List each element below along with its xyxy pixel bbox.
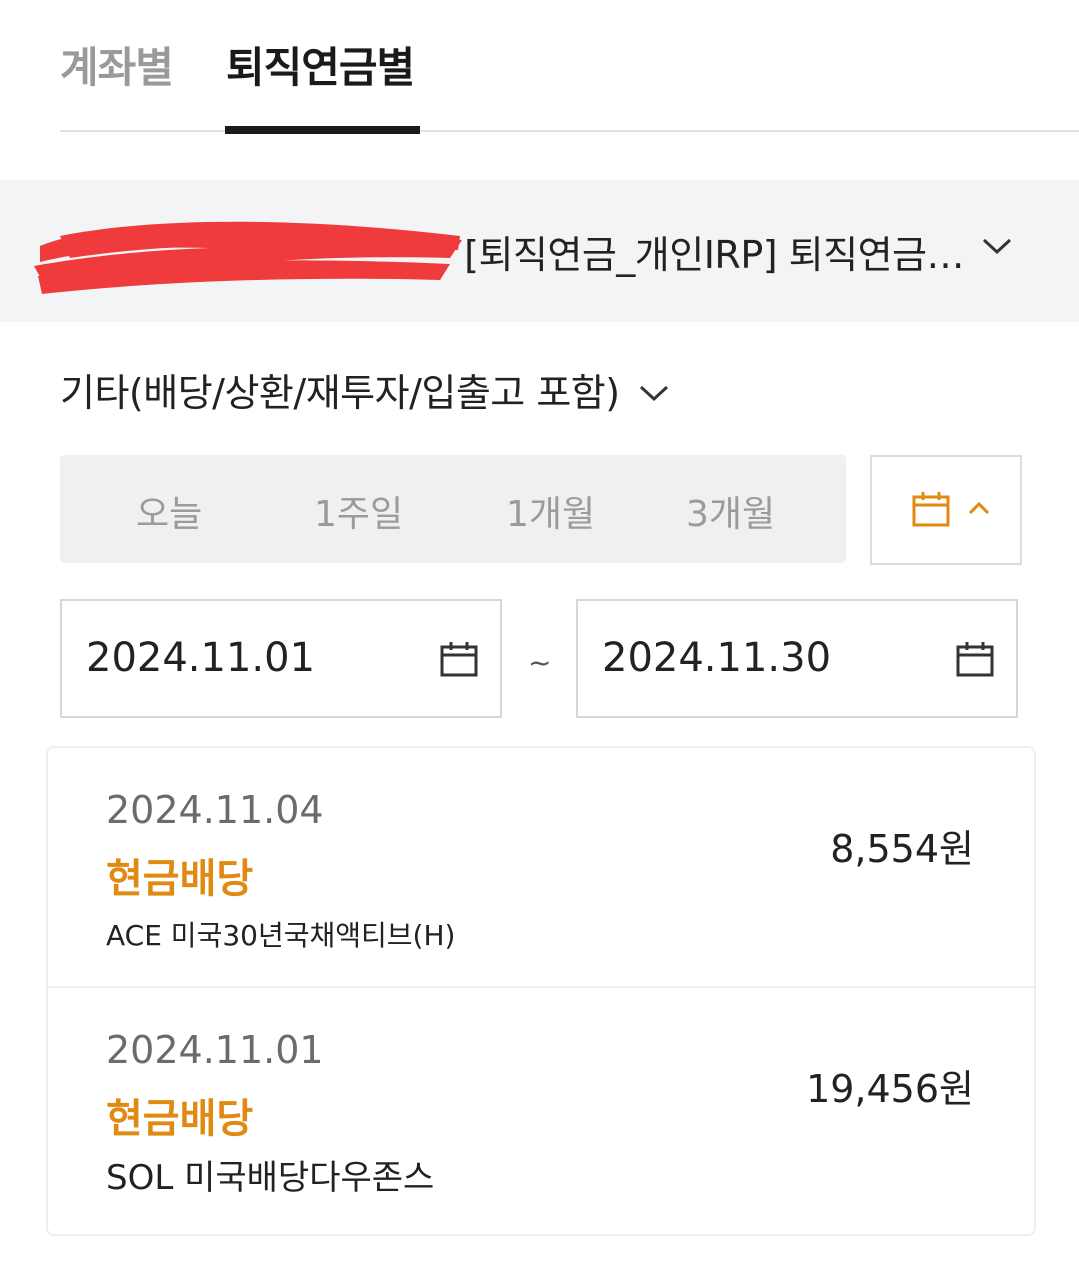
transaction-security-name: ACE 미국30년국채액티브(H): [106, 919, 456, 952]
tab-pension[interactable]: 퇴직연금별: [226, 34, 415, 95]
custom-period-toggle[interactable]: [870, 455, 1022, 565]
period-selector: 오늘 1주일 1개월 3개월: [60, 455, 846, 563]
chevron-down-icon: [639, 385, 668, 401]
calendar-icon: [912, 492, 950, 527]
period-1month-button[interactable]: 1개월: [506, 485, 595, 537]
active-tab-indicator: [225, 126, 420, 134]
transaction-date: 2024.11.01: [106, 1028, 324, 1072]
redaction-mark: [34, 221, 462, 294]
start-date-field[interactable]: 2024.11.01: [60, 599, 502, 718]
transaction-list: 2024.11.04 현금배당 ACE 미국30년국채액티브(H) 8,554원…: [46, 746, 1036, 1236]
period-today-button[interactable]: 오늘: [136, 485, 202, 537]
tab-bar: 계좌별 퇴직연금별: [0, 0, 1079, 134]
transaction-amount: 8,554원: [830, 827, 974, 871]
calendar-icon[interactable]: [440, 641, 478, 677]
transaction-security-name: SOL 미국배당다우존스: [106, 1158, 435, 1198]
chevron-down-icon: [982, 238, 1012, 255]
transaction-row[interactable]: 2024.11.01 현금배당 SOL 미국배당다우존스 19,456원: [48, 988, 1034, 1226]
start-date-value: 2024.11.01: [86, 635, 316, 681]
period-1week-button[interactable]: 1주일: [314, 485, 403, 537]
tab-accounts[interactable]: 계좌별: [60, 34, 174, 95]
transaction-row[interactable]: 2024.11.04 현금배당 ACE 미국30년국채액티브(H) 8,554원: [48, 748, 1034, 988]
tab-divider: [60, 130, 1079, 132]
end-date-field[interactable]: 2024.11.30: [576, 599, 1018, 718]
calendar-icon[interactable]: [956, 641, 994, 677]
transaction-amount: 19,456원: [806, 1067, 974, 1111]
transaction-date: 2024.11.04: [106, 788, 324, 832]
transaction-type: 현금배당: [106, 856, 254, 902]
end-date-value: 2024.11.30: [602, 635, 832, 681]
date-range-separator: ~: [528, 646, 552, 679]
period-3month-button[interactable]: 3개월: [686, 485, 775, 537]
chevron-up-icon: [968, 501, 990, 515]
account-selector[interactable]: [퇴직연금_개인IRP] 퇴직연금…: [0, 180, 1079, 322]
filter-label: 기타(배당/상환/재투자/입출고 포함): [60, 371, 620, 415]
transaction-type: 현금배당: [106, 1096, 254, 1142]
transaction-type-filter[interactable]: 기타(배당/상환/재투자/입출고 포함): [60, 362, 670, 417]
account-label: [퇴직연금_개인IRP] 퇴직연금…: [464, 233, 964, 277]
